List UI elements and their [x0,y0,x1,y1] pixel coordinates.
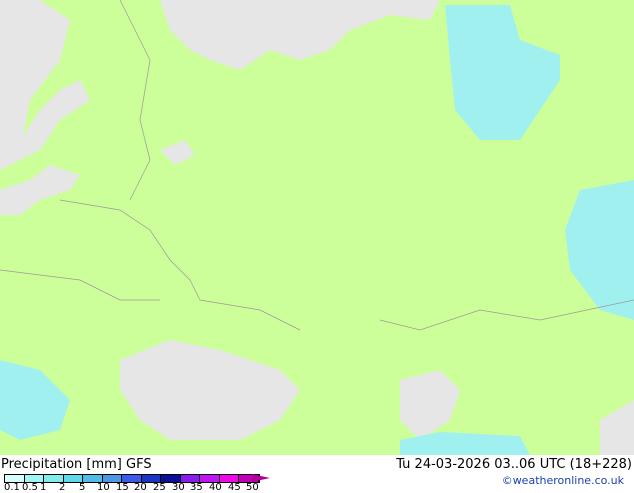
scale-tick-label: 0.5 [22,482,38,493]
scale-tick-label: 15 [116,482,129,493]
scale-swatch [219,475,239,482]
precipitation-map [0,0,634,455]
scale-tick-label: 25 [153,482,166,493]
credit-link[interactable]: ©weatheronline.co.uk [502,474,624,487]
scale-ticks: 0.1 0.5 1 2 5 10 15 20 25 30 35 40 45 50 [0,482,330,493]
scale-arrow [252,474,270,482]
scale-swatch [83,475,103,482]
scale-tick-label: 50 [246,482,259,493]
scale-swatch [141,475,161,482]
scale-tick-label: 35 [190,482,203,493]
scale-tick-label: 40 [209,482,222,493]
valid-time: Tu 24-03-2026 03..06 UTC (18+228) [396,457,632,472]
scale-swatch [24,475,44,482]
scale-swatch [200,475,220,482]
scale-swatch [5,475,25,482]
scale-tick-label: 5 [79,482,86,493]
legend-footer: Precipitation [mm] GFS Tu 24-03-2026 03.… [0,455,634,493]
scale-swatch [63,475,83,482]
scale-tick-label: 10 [97,482,110,493]
scale-swatch [44,475,64,482]
scale-swatch [161,475,181,482]
model-name: GFS [126,457,152,472]
legend-title: Precipitation [mm] GFS [1,457,152,472]
scale-tick-label: 2 [59,482,66,493]
scale-tick-label: 20 [134,482,147,493]
scale-swatch [122,475,142,482]
scale-tick-label: 1 [40,482,47,493]
scale-tick-label: 0.1 [4,482,20,493]
scale-swatch [180,475,200,482]
scale-tick-label: 45 [228,482,241,493]
scale-swatch [102,475,122,482]
scale-tick-label: 30 [172,482,185,493]
